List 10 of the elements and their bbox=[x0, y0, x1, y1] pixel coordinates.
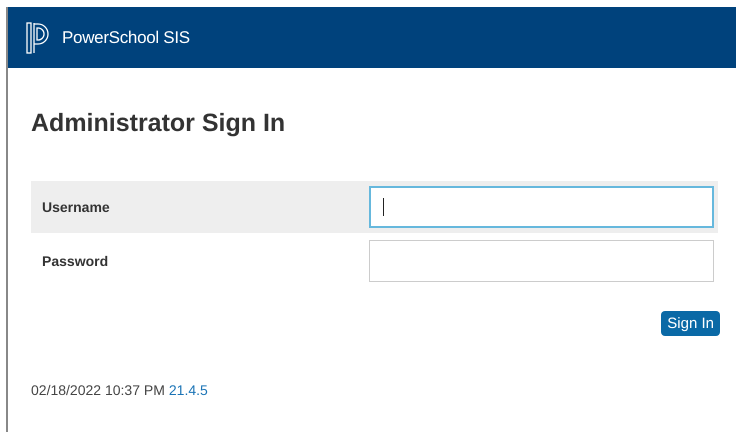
input-field[interactable] bbox=[369, 186, 714, 228]
timestamp: 02/18/2022 10:37 PM bbox=[31, 382, 165, 398]
sign-in-button[interactable]: Sign In bbox=[661, 311, 720, 336]
field-label: Password bbox=[42, 253, 110, 269]
version-link[interactable]: 21.4.5 bbox=[168, 382, 208, 398]
field-label: Username bbox=[42, 199, 111, 215]
input-field[interactable] bbox=[369, 240, 714, 282]
page-title: Administrator Sign In bbox=[31, 109, 286, 138]
text-cursor bbox=[383, 198, 384, 216]
product-name: PowerSchool SIS bbox=[62, 28, 190, 48]
